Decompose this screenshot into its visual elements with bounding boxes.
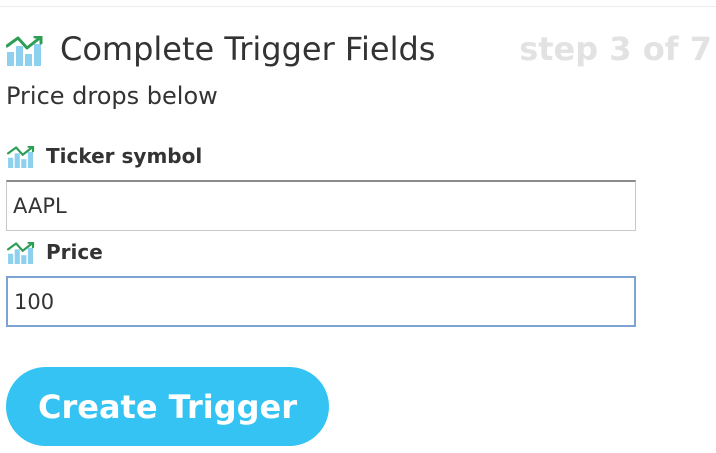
price-label-text: Price — [46, 240, 103, 264]
ticker-symbol-input[interactable] — [6, 180, 636, 231]
stocks-chart-icon — [5, 35, 46, 66]
trigger-name: Price drops below — [6, 82, 218, 110]
stocks-chart-icon — [6, 241, 38, 264]
top-divider — [0, 6, 716, 7]
step-indicator: step 3 of 7 — [519, 30, 712, 68]
page-title: Complete Trigger Fields — [60, 30, 436, 68]
price-input[interactable] — [6, 276, 636, 327]
create-trigger-button[interactable]: Create Trigger — [6, 367, 329, 446]
ticker-symbol-label-text: Ticker symbol — [46, 144, 203, 168]
page-header: Complete Trigger Fields step 3 of 7 — [5, 27, 712, 73]
stocks-chart-icon — [6, 145, 38, 168]
